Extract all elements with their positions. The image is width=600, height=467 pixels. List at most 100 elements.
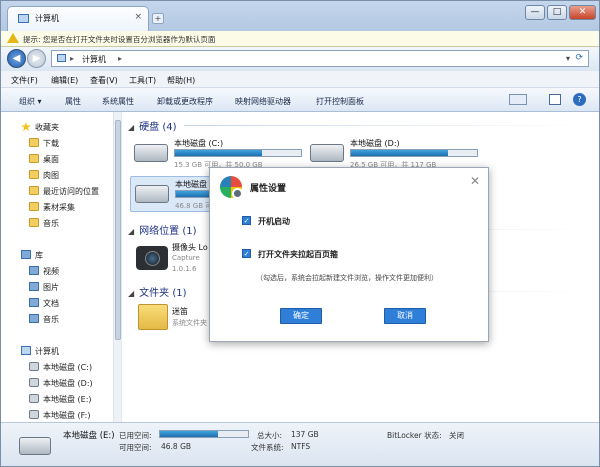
new-tab-button[interactable]: + bbox=[152, 13, 164, 24]
scrollbar-thumb[interactable] bbox=[115, 120, 121, 340]
folder-icon[interactable] bbox=[138, 304, 168, 330]
drive-icon bbox=[29, 378, 39, 387]
drive-icon bbox=[29, 394, 39, 403]
divider bbox=[184, 125, 584, 126]
status-fs-label: 文件系统: bbox=[251, 443, 284, 452]
drive-icon bbox=[29, 362, 39, 371]
dialog-close-icon[interactable]: ✕ bbox=[470, 174, 480, 188]
nav-fav-materials[interactable]: 素材采集 bbox=[1, 200, 113, 214]
video-library-icon bbox=[29, 266, 39, 275]
status-usage-bar bbox=[159, 430, 249, 438]
group-label: 文件夹 (1) bbox=[139, 288, 187, 299]
status-free-value: 46.8 GB bbox=[161, 442, 192, 451]
nav-favorites[interactable]: 收藏夹 bbox=[1, 120, 113, 134]
drive-usage-bar bbox=[350, 149, 478, 157]
nav-fav-downloads[interactable]: 下载 bbox=[1, 136, 113, 150]
nav-label: 收藏夹 bbox=[35, 123, 59, 132]
preview-pane-icon[interactable] bbox=[549, 94, 561, 105]
refresh-icon[interactable]: ⟳ bbox=[575, 53, 583, 63]
cancel-button[interactable]: 取消 bbox=[384, 308, 426, 324]
open-folder-label[interactable]: 打开文件夹拉起百页箍 bbox=[258, 249, 338, 260]
nav-fav-recent[interactable]: 最近访问的位置 bbox=[1, 184, 113, 198]
nav-label: 肉图 bbox=[43, 171, 59, 180]
nav-drive-c[interactable]: 本地磁盘 (C:) bbox=[1, 360, 113, 374]
nav-drive-d[interactable]: 本地磁盘 (D:) bbox=[1, 376, 113, 390]
nav-drive-e[interactable]: 本地磁盘 (E:) bbox=[1, 392, 113, 406]
group-header-drives[interactable]: ◢ 硬盘 (4) bbox=[128, 118, 177, 133]
nav-lib-documents[interactable]: 文档 bbox=[1, 296, 113, 310]
open-folder-checkbox[interactable]: ✓ bbox=[242, 249, 251, 258]
system-properties-button[interactable]: 系统属性 bbox=[102, 96, 134, 107]
camera-icon[interactable] bbox=[136, 246, 168, 270]
startup-checkbox[interactable]: ✓ bbox=[242, 216, 251, 225]
tab-close-icon[interactable]: × bbox=[134, 12, 142, 22]
nav-fav-music[interactable]: 音乐 bbox=[1, 216, 113, 230]
nav-fav-images[interactable]: 肉图 bbox=[1, 168, 113, 182]
help-icon[interactable]: ? bbox=[573, 93, 586, 106]
nav-fav-desktop[interactable]: 桌面 bbox=[1, 152, 113, 166]
minimize-button[interactable]: — bbox=[525, 5, 545, 20]
nav-label: 下载 bbox=[43, 139, 59, 148]
nav-label: 音乐 bbox=[43, 315, 59, 324]
tab-computer[interactable]: 计算机 × bbox=[7, 6, 149, 31]
nav-lib-pictures[interactable]: 图片 bbox=[1, 280, 113, 294]
folder-icon bbox=[29, 218, 39, 227]
status-fs-value: NTFS bbox=[291, 442, 311, 451]
folder-icon bbox=[29, 154, 39, 163]
nav-label: 库 bbox=[35, 251, 43, 260]
map-network-drive-button[interactable]: 映射网络驱动器 bbox=[235, 96, 291, 107]
menu-edit[interactable]: 编辑(E) bbox=[51, 75, 78, 86]
address-bar[interactable]: ▸ 计算机 ▸ ▾ ⟳ bbox=[51, 50, 589, 67]
close-window-button[interactable]: ✕ bbox=[569, 5, 596, 20]
breadcrumb-computer[interactable]: 计算机 bbox=[82, 54, 106, 65]
forward-button[interactable]: ▶ bbox=[27, 49, 46, 68]
folder-icon bbox=[29, 138, 39, 147]
back-button[interactable]: ◀ bbox=[7, 49, 26, 68]
nav-label: 本地磁盘 (C:) bbox=[43, 363, 93, 372]
nav-lib-videos[interactable]: 视频 bbox=[1, 264, 113, 278]
browser-logo-icon bbox=[220, 176, 243, 199]
network-item-version: 1.0.1.6 bbox=[172, 265, 197, 273]
menu-tools[interactable]: 工具(T) bbox=[129, 75, 156, 86]
nav-drive-f[interactable]: 本地磁盘 (F:) bbox=[1, 408, 113, 422]
navigation-pane: 收藏夹 下载 桌面 肉图 最近访问的位置 素材采集 音乐 库 视频 图片 文档 … bbox=[1, 112, 121, 422]
menu-help[interactable]: 帮助(H) bbox=[167, 75, 195, 86]
address-row: ◀ ▶ ▸ 计算机 ▸ ▾ ⟳ bbox=[1, 47, 599, 71]
group-label: 网络位置 (1) bbox=[139, 226, 197, 237]
nav-library[interactable]: 库 bbox=[1, 248, 113, 262]
folder-item-name[interactable]: 迷笛 bbox=[172, 306, 188, 317]
notification-bar[interactable]: 提示: 您是否在打开文件夹时设置百分浏览器作为默认页面 bbox=[1, 31, 599, 47]
address-dropdown-icon[interactable]: ▾ bbox=[566, 54, 570, 63]
organize-button[interactable]: 组织 ▾ bbox=[19, 96, 42, 107]
nav-lib-music[interactable]: 音乐 bbox=[1, 312, 113, 326]
drive-usage-fill bbox=[351, 150, 449, 156]
dialog-note: （勾选后，系统会拉起新建文件浏览，操作文件更加便利） bbox=[256, 274, 438, 282]
drive-icon bbox=[134, 144, 168, 162]
group-header-network[interactable]: ◢ 网络位置 (1) bbox=[128, 222, 197, 237]
nav-computer[interactable]: 计算机 bbox=[1, 344, 113, 358]
group-header-folders[interactable]: ◢ 文件夹 (1) bbox=[128, 284, 187, 299]
breadcrumb-separator[interactable]: ▸ bbox=[118, 54, 122, 63]
nav-label: 音乐 bbox=[43, 219, 59, 228]
network-item-subtitle: Capture bbox=[172, 254, 200, 262]
open-control-panel-button[interactable]: 打开控制面板 bbox=[316, 96, 364, 107]
startup-label[interactable]: 开机启动 bbox=[258, 216, 290, 227]
warning-icon bbox=[7, 33, 19, 43]
folder-icon bbox=[29, 170, 39, 179]
nav-label: 本地磁盘 (E:) bbox=[43, 395, 92, 404]
maximize-button[interactable]: □ bbox=[547, 5, 567, 20]
menu-view[interactable]: 查看(V) bbox=[90, 75, 118, 86]
menu-file[interactable]: 文件(F) bbox=[11, 75, 38, 86]
drive-icon bbox=[135, 185, 169, 203]
dialog-title: 属性设置 bbox=[250, 184, 287, 194]
explorer-window: 计算机 × + — □ ✕ 提示: 您是否在打开文件夹时设置百分浏览器作为默认页… bbox=[0, 0, 600, 467]
network-item-name[interactable]: 摄像头 Lo bbox=[172, 242, 208, 253]
star-icon bbox=[21, 122, 31, 131]
status-bitlocker-label: BitLocker 状态: bbox=[387, 431, 442, 440]
change-view-icon[interactable] bbox=[509, 94, 527, 105]
properties-button[interactable]: 属性 bbox=[65, 96, 81, 107]
breadcrumb-separator[interactable]: ▸ bbox=[70, 54, 74, 63]
nav-scrollbar[interactable] bbox=[113, 112, 121, 422]
uninstall-program-button[interactable]: 卸载或更改程序 bbox=[157, 96, 213, 107]
ok-button[interactable]: 确定 bbox=[280, 308, 322, 324]
